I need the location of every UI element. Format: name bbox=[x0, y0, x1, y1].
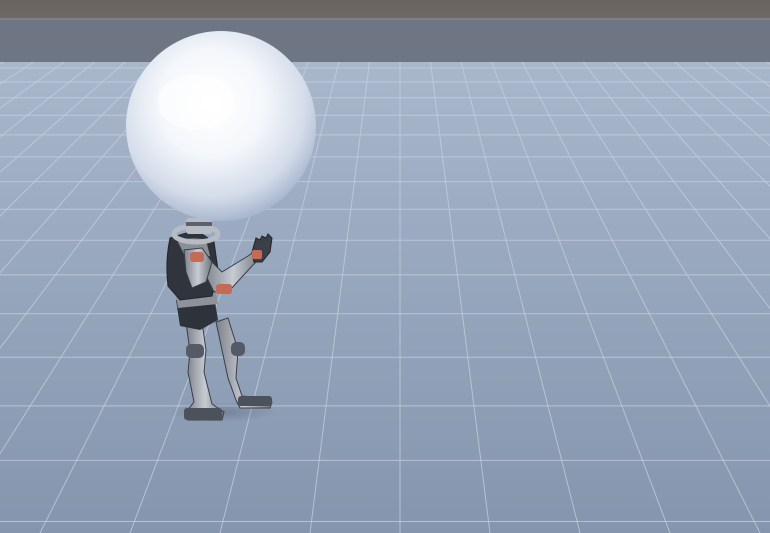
robot-elbow-accent bbox=[216, 284, 232, 294]
ground-plane bbox=[0, 62, 770, 533]
sky-band bbox=[0, 0, 770, 20]
robot-knee-left bbox=[186, 344, 204, 358]
robot-neck-band bbox=[186, 222, 212, 226]
scene-canvas[interactable] bbox=[0, 0, 770, 533]
white-sphere[interactable] bbox=[126, 31, 316, 221]
game-viewport[interactable] bbox=[0, 0, 770, 533]
robot-knee-right bbox=[231, 342, 245, 356]
horizon-band bbox=[0, 18, 770, 62]
robot-shoulder-accent bbox=[190, 252, 204, 262]
sphere-body bbox=[126, 31, 316, 221]
robot-wrist-accent bbox=[252, 250, 262, 259]
sphere-specular bbox=[158, 74, 234, 130]
horizon-edge bbox=[0, 18, 770, 20]
robot-foot-right bbox=[238, 396, 272, 406]
robot-foot-left bbox=[184, 408, 222, 420]
